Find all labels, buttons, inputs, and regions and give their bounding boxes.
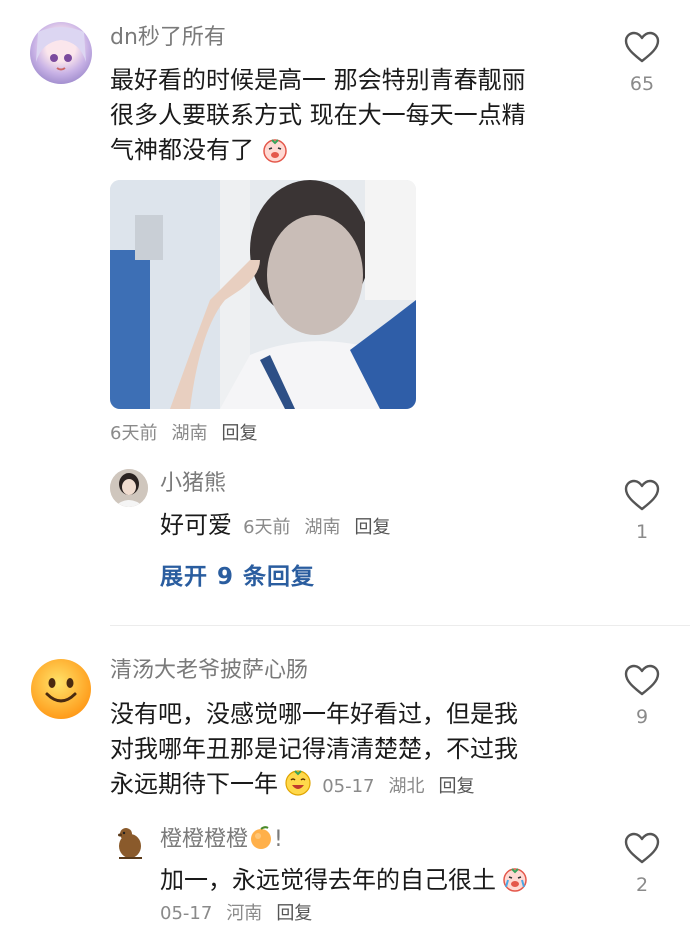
like-count: 2: [635, 874, 649, 896]
avatar[interactable]: [30, 22, 92, 84]
expand-replies-button[interactable]: 展开 9 条回复: [160, 562, 315, 592]
comment-divider: [110, 625, 690, 626]
comment-location: 湖南: [171, 423, 208, 444]
comment-text-line: 最好看的时候是高一 那会特别青春靓丽: [110, 66, 526, 94]
heart-outline-icon: [624, 479, 660, 511]
reply-time: 05-17: [160, 903, 213, 924]
comment-text-line: 对我哪年丑那是记得清清楚楚，不过我: [110, 735, 518, 763]
heart-outline-icon: [624, 832, 660, 864]
reply-button[interactable]: 回复: [221, 423, 257, 444]
reply-line: 好可爱 6天前 湖南 回复: [160, 508, 391, 543]
reply-text: 加一，永远觉得去年的自己很土: [160, 866, 496, 894]
comment-meta: 05-17 湖北 回复: [322, 776, 474, 797]
reply-location: 湖南: [304, 517, 341, 538]
like-button[interactable]: 9: [622, 663, 662, 729]
comment-time: 05-17: [322, 776, 375, 797]
comment-text-line-content: 气神都没有了: [110, 136, 254, 164]
heart-outline-icon: [624, 664, 660, 696]
comment-photo[interactable]: [110, 180, 416, 409]
comment-text-line: 气神都没有了: [110, 133, 288, 168]
comment-time: 6天前: [110, 423, 158, 444]
reply-line: 加一，永远觉得去年的自己很土: [160, 863, 529, 898]
reply-time: 6天前: [243, 517, 291, 538]
avatar[interactable]: [30, 658, 92, 720]
avatar[interactable]: [110, 822, 148, 860]
heart-outline-icon: [624, 31, 660, 63]
reply-meta: 05-17 河南 回复: [160, 902, 312, 926]
reply-username-suffix: !: [274, 827, 283, 852]
reply-username-text: 橙橙橙橙: [160, 827, 249, 852]
reply-meta: 6天前 湖南 回复: [243, 517, 390, 538]
avatar[interactable]: [110, 469, 148, 507]
comment-text-line-content: 永远期待下一年: [110, 770, 278, 798]
reply-text: 好可爱: [160, 511, 232, 539]
reply-button[interactable]: 回复: [355, 517, 391, 538]
reply-username[interactable]: 橙橙橙橙 !: [160, 826, 283, 858]
like-count: 9: [635, 706, 649, 728]
comment-username[interactable]: 清汤大老爷披萨心肠: [110, 657, 308, 685]
crying-emoji-icon: [262, 137, 288, 163]
crying-emoji-icon: [501, 865, 529, 893]
like-button[interactable]: 2: [622, 831, 662, 897]
comment-text-line: 很多人要联系方式 现在大一每天一点精: [110, 101, 526, 129]
reply-button[interactable]: 回复: [439, 776, 475, 797]
like-count: 1: [635, 521, 649, 543]
comment-username[interactable]: dn秒了所有: [110, 24, 226, 52]
comment-text-line: 没有吧，没感觉哪一年好看过，但是我: [110, 700, 518, 728]
orange-emoji-icon: [248, 826, 274, 858]
reply-button[interactable]: 回复: [276, 903, 312, 924]
reply-username[interactable]: 小猪熊: [160, 470, 226, 498]
comment-location: 湖北: [388, 776, 425, 797]
like-button[interactable]: 65: [622, 30, 662, 96]
like-count: 65: [629, 73, 655, 95]
laughing-emoji-icon: [283, 767, 313, 797]
like-button[interactable]: 1: [622, 478, 662, 544]
reply-location: 河南: [226, 903, 263, 924]
comment-meta: 6天前 湖南 回复: [110, 422, 257, 446]
comment-text-line: 永远期待下一年 05-17 湖北 回复: [110, 767, 475, 802]
